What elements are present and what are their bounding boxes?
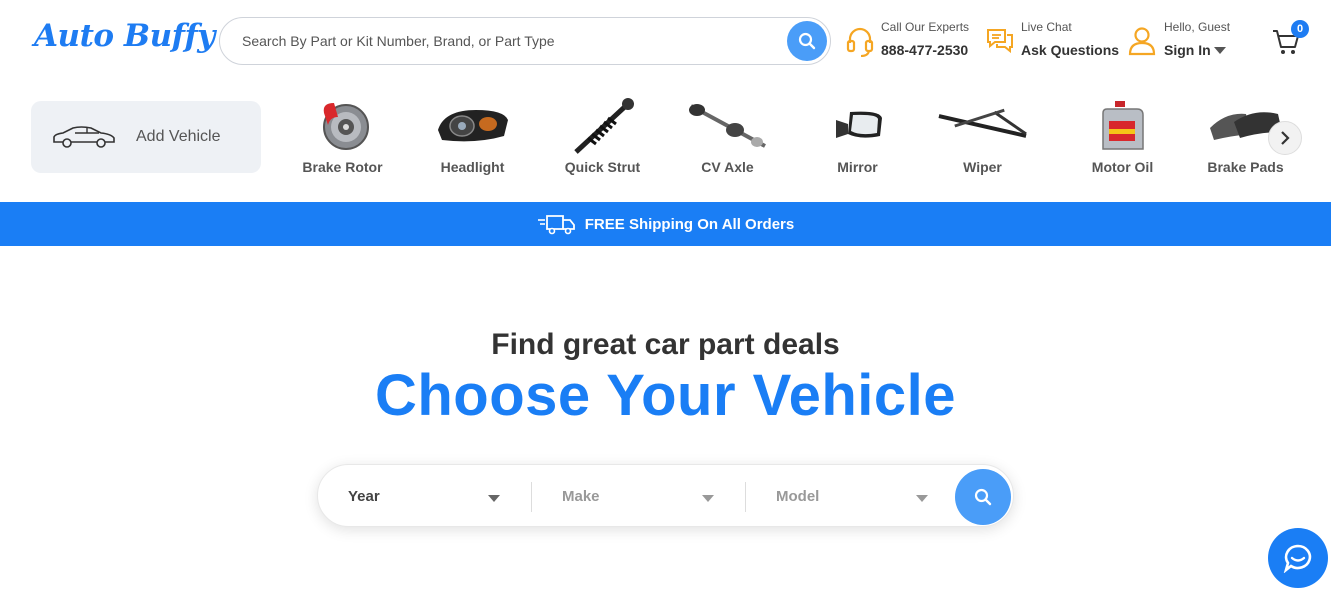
chevron-down-icon (702, 495, 714, 502)
vehicle-selector: Year Make Model (317, 464, 1014, 527)
headlight-icon (437, 110, 508, 142)
model-select-label: Model (776, 488, 820, 505)
mirror-icon (835, 111, 882, 138)
add-vehicle-button[interactable]: Add Vehicle (31, 101, 261, 173)
chat-icon (987, 29, 1013, 54)
cv-axle-icon (688, 104, 766, 148)
chat-bubble-icon (1283, 544, 1312, 573)
category-brake-rotor[interactable]: Brake Rotor (295, 92, 390, 182)
make-select[interactable]: Make (532, 465, 745, 528)
chevron-down-icon (488, 495, 500, 502)
brake-rotor-icon (322, 103, 369, 150)
chevron-down-icon (916, 495, 928, 502)
vehicle-search-button[interactable] (955, 469, 1011, 525)
call-label: Call Our Experts (881, 20, 970, 34)
shipping-banner-text: FREE Shipping On All Orders (584, 215, 795, 233)
sign-in-link[interactable]: Sign In (1164, 42, 1211, 58)
year-select[interactable]: Year (318, 465, 531, 528)
delivery-truck-icon (537, 215, 575, 235)
add-vehicle-label: Add Vehicle (136, 128, 221, 145)
category-headlight[interactable]: Headlight (425, 92, 520, 182)
cart-button[interactable]: 0 (1272, 20, 1309, 58)
chat-widget-button[interactable] (1268, 528, 1328, 588)
cart-count-badge: 0 (1291, 20, 1309, 38)
category-wiper[interactable]: Wiper (935, 92, 1030, 182)
headset-icon (846, 27, 874, 57)
category-label: Motor Oil (1091, 159, 1154, 175)
category-motor-oil[interactable]: Motor Oil (1075, 92, 1170, 182)
site-logo[interactable]: Auto Buffy (34, 18, 215, 54)
category-label: Headlight (440, 159, 505, 175)
category-label: CV Axle (701, 159, 754, 175)
search-icon (798, 32, 816, 50)
search-icon (974, 488, 992, 506)
category-mirror[interactable]: Mirror (810, 92, 905, 182)
model-select[interactable]: Model (746, 465, 959, 528)
wiper-icon (938, 108, 1027, 138)
ask-questions-link[interactable]: Ask Questions (1021, 42, 1119, 58)
greeting: Hello, Guest (1164, 20, 1231, 34)
hero-title: Choose Your Vehicle (374, 363, 957, 428)
carousel-next-button[interactable] (1268, 121, 1302, 155)
search-bar (219, 17, 831, 65)
site-header: Auto Buffy Call Our Experts 888-477-2530… (0, 0, 1331, 82)
motor-oil-icon (1101, 101, 1144, 150)
shipping-banner: FREE Shipping On All Orders (0, 202, 1331, 246)
year-select-label: Year (348, 488, 380, 505)
search-input[interactable] (242, 30, 782, 52)
call-experts[interactable]: Call Our Experts 888-477-2530 (846, 18, 976, 64)
category-cv-axle[interactable]: CV Axle (680, 92, 775, 182)
car-icon (53, 126, 115, 148)
phone-number[interactable]: 888-477-2530 (881, 42, 968, 58)
search-button[interactable] (787, 21, 827, 61)
category-label: Quick Strut (564, 159, 641, 175)
category-label: Brake Rotor (302, 159, 383, 175)
user-icon (1128, 27, 1156, 56)
category-label: Mirror (837, 159, 878, 175)
category-label: Wiper (963, 159, 1002, 175)
account-menu[interactable]: Hello, Guest Sign In (1128, 18, 1238, 64)
category-label: Brake Pads (1207, 159, 1284, 175)
hero-subtitle: Find great car part deals (491, 328, 840, 361)
chat-label: Live Chat (1021, 20, 1072, 34)
chevron-down-icon (1214, 47, 1226, 54)
live-chat[interactable]: Live Chat Ask Questions (985, 18, 1120, 64)
make-select-label: Make (562, 488, 600, 505)
chevron-right-icon (1281, 131, 1290, 145)
category-quick-strut[interactable]: Quick Strut (555, 92, 650, 182)
strut-icon (573, 98, 634, 154)
